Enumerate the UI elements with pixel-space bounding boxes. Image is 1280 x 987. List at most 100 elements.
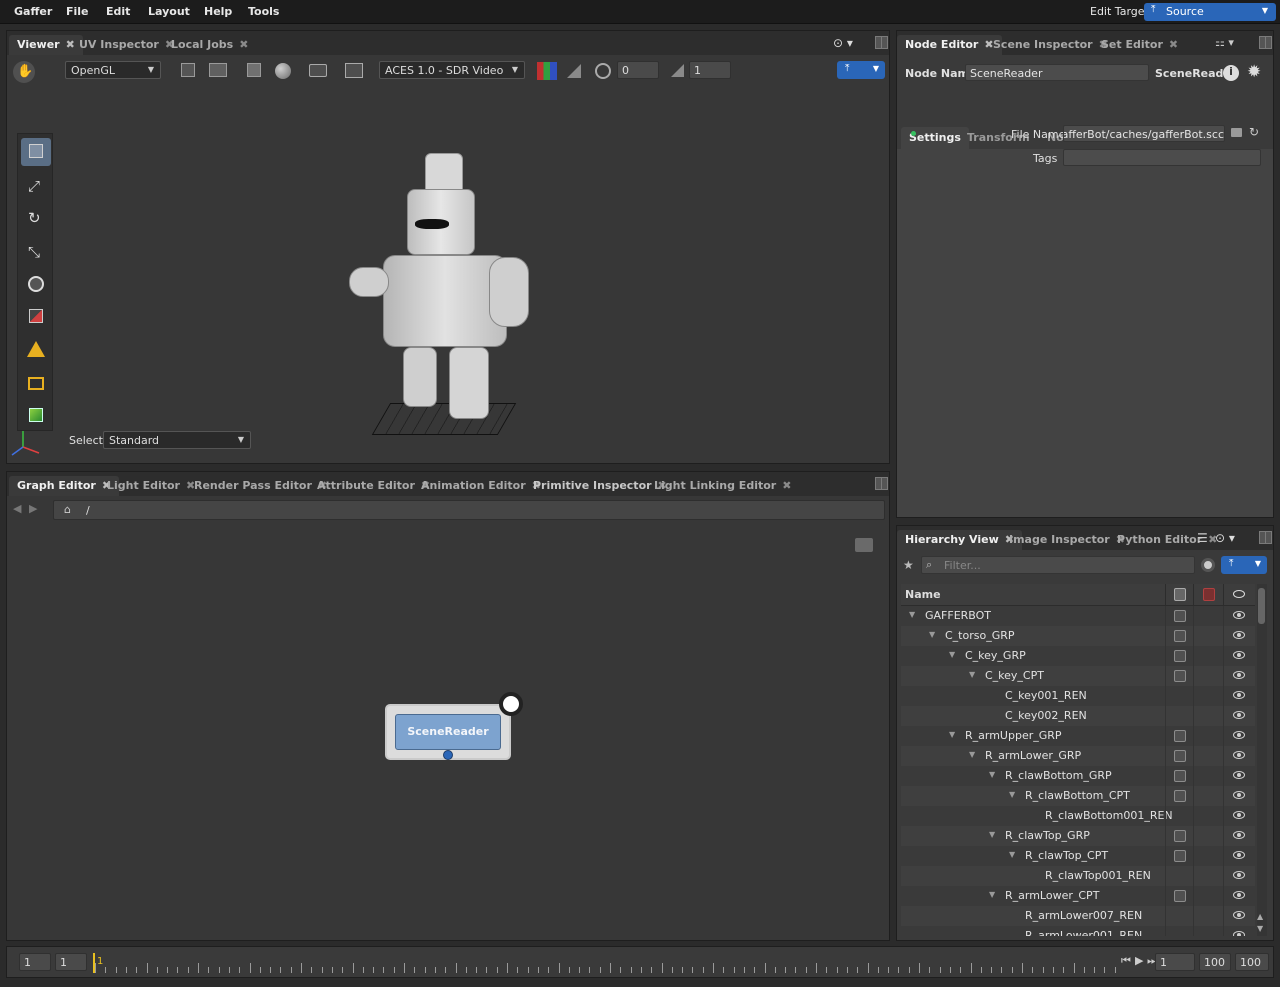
range-end-field[interactable]: 100 — [1235, 953, 1269, 971]
range-start-field[interactable]: 1 — [19, 953, 51, 971]
wireframe-cube-icon[interactable] — [181, 63, 195, 77]
forward-icon[interactable]: ▶ — [29, 502, 37, 515]
camera-icon[interactable] — [309, 64, 327, 77]
tree-row[interactable]: ▼ R_armLower_CPT — [901, 886, 1255, 906]
expand-toggle-icon[interactable]: ▼ — [989, 770, 995, 779]
visibility-cell[interactable] — [1223, 806, 1253, 826]
rotate-tool[interactable]: ↻ — [21, 204, 51, 232]
menu-tools[interactable]: Tools — [248, 5, 279, 18]
tree-row[interactable]: ▼ R_clawTop_GRP — [901, 826, 1255, 846]
exclusion-cell[interactable] — [1193, 846, 1223, 866]
visibility-cell[interactable] — [1223, 926, 1253, 936]
layout-icon[interactable] — [875, 477, 888, 490]
target-icon[interactable]: ⊙ ▾ — [1215, 531, 1235, 545]
tree-row[interactable]: R_armLower007_REN — [901, 906, 1255, 926]
menu-edit[interactable]: Edit — [106, 5, 130, 18]
visibility-cell[interactable] — [1223, 866, 1253, 886]
light-tool[interactable] — [21, 370, 51, 398]
exclusion-cell[interactable] — [1193, 666, 1223, 686]
exclusion-cell[interactable] — [1193, 626, 1223, 646]
tree-row[interactable]: ▼ R_clawTop_CPT — [901, 846, 1255, 866]
exposure-icon[interactable] — [595, 63, 611, 79]
inclusion-cell[interactable] — [1165, 706, 1193, 726]
inclusion-cell[interactable] — [1165, 646, 1193, 666]
menu-gaffer[interactable]: Gaffer — [14, 5, 52, 18]
inclusions-column[interactable] — [1165, 584, 1193, 606]
close-icon[interactable]: ✖ — [1169, 38, 1178, 51]
exclusions-column[interactable] — [1193, 584, 1223, 606]
tree-row[interactable]: R_armLower001_REN — [901, 926, 1255, 936]
graph-canvas[interactable]: ◀ ▶ ⌂ / SceneReader — [7, 496, 889, 940]
translate-tool[interactable]: ⤢ — [21, 171, 51, 199]
expand-toggle-icon[interactable]: ▼ — [929, 630, 935, 639]
scene-reader-node[interactable]: SceneReader — [385, 692, 523, 760]
tree-row[interactable]: ▼ C_key_CPT — [901, 666, 1255, 686]
cubes-icon[interactable] — [209, 63, 227, 77]
exclusion-cell[interactable] — [1193, 806, 1223, 826]
tree-row[interactable]: ▼ R_armUpper_GRP — [901, 726, 1255, 746]
expand-toggle-icon[interactable]: ▼ — [989, 830, 995, 839]
skip-start-icon[interactable]: ⏮ — [1121, 954, 1131, 968]
exclusion-cell[interactable] — [1193, 826, 1223, 846]
gamma-icon[interactable] — [671, 64, 684, 77]
select-tool[interactable] — [21, 138, 51, 166]
visibility-column[interactable] — [1223, 584, 1253, 606]
visibility-cell[interactable] — [1223, 766, 1253, 786]
visibility-cell[interactable] — [1223, 906, 1253, 926]
layout-icon[interactable] — [875, 36, 888, 49]
exclusion-cell[interactable] — [1193, 906, 1223, 926]
star-icon[interactable]: ★ — [903, 558, 914, 572]
tree-row[interactable]: ▼ GAFFERBOT — [901, 606, 1255, 626]
expand-toggle-icon[interactable]: ▼ — [949, 730, 955, 739]
camera-tool[interactable] — [21, 270, 51, 298]
back-icon[interactable]: ◀ — [13, 502, 21, 515]
expand-toggle-icon[interactable]: ▼ — [949, 650, 955, 659]
sphere-icon[interactable] — [275, 63, 291, 79]
exclusion-cell[interactable] — [1193, 726, 1223, 746]
tab-python-editor[interactable]: Python Editor ✖ — [1109, 530, 1225, 550]
home-icon[interactable]: ⌂ — [64, 503, 71, 516]
scroll-down-icon[interactable]: ▼ — [1257, 924, 1263, 933]
tab-local-jobs[interactable]: Local Jobs ✖ — [163, 35, 256, 55]
node-name-field[interactable]: SceneReader — [965, 64, 1149, 81]
hand-icon[interactable]: ✋ — [13, 61, 35, 83]
current-frame-field[interactable]: 1 — [1155, 953, 1195, 971]
exclusion-cell[interactable] — [1193, 686, 1223, 706]
tree-row[interactable]: ▼ C_key_GRP — [901, 646, 1255, 666]
exclusion-cell[interactable] — [1193, 746, 1223, 766]
close-icon[interactable]: ✖ — [782, 479, 791, 492]
tree-row[interactable]: R_clawTop001_REN — [901, 866, 1255, 886]
tab-set-editor[interactable]: Set Editor ✖ — [1093, 35, 1186, 55]
end-field[interactable]: 100 — [1199, 953, 1231, 971]
inclusion-cell[interactable] — [1165, 766, 1193, 786]
frame-slider[interactable]: 1 — [91, 953, 1119, 973]
visibility-cell[interactable] — [1223, 826, 1253, 846]
inclusion-cell[interactable] — [1165, 686, 1193, 706]
inclusion-cell[interactable] — [1165, 886, 1193, 906]
pin-menu-icon[interactable]: ⚏ ▾ — [1215, 36, 1234, 49]
folder-icon[interactable] — [1231, 128, 1242, 137]
layout-icon[interactable] — [1259, 36, 1272, 49]
edit-target-select[interactable]: ⤒ Source ▼ — [1144, 3, 1276, 21]
hierarchy-pin-button[interactable]: ⤒ ▼ — [1221, 556, 1267, 574]
refresh-icon[interactable]: ↻ — [1249, 125, 1259, 139]
exclusion-cell[interactable] — [1193, 866, 1223, 886]
visibility-cell[interactable] — [1223, 706, 1253, 726]
inclusion-cell[interactable] — [1165, 626, 1193, 646]
tags-field[interactable] — [1063, 149, 1261, 166]
inclusion-cell[interactable] — [1165, 726, 1193, 746]
inclusion-cell[interactable] — [1165, 826, 1193, 846]
frame-icon[interactable] — [345, 63, 363, 78]
node-output-plug[interactable] — [443, 750, 453, 760]
tab-light-linking-editor[interactable]: Light Linking Editor ✖ — [646, 476, 799, 496]
inclusion-cell[interactable] — [1165, 846, 1193, 866]
expand-toggle-icon[interactable]: ▼ — [969, 670, 975, 679]
tree-row[interactable]: C_key001_REN — [901, 686, 1255, 706]
inclusion-cell[interactable] — [1165, 866, 1193, 886]
visibility-cell[interactable] — [1223, 626, 1253, 646]
tree-row[interactable]: C_key002_REN — [901, 706, 1255, 726]
viewer-pin-button[interactable]: ⤒ ▼ — [837, 61, 885, 79]
gear-icon[interactable]: ✹ — [1247, 62, 1261, 82]
notes-icon[interactable] — [855, 538, 873, 552]
clipping-icon[interactable] — [567, 64, 581, 78]
